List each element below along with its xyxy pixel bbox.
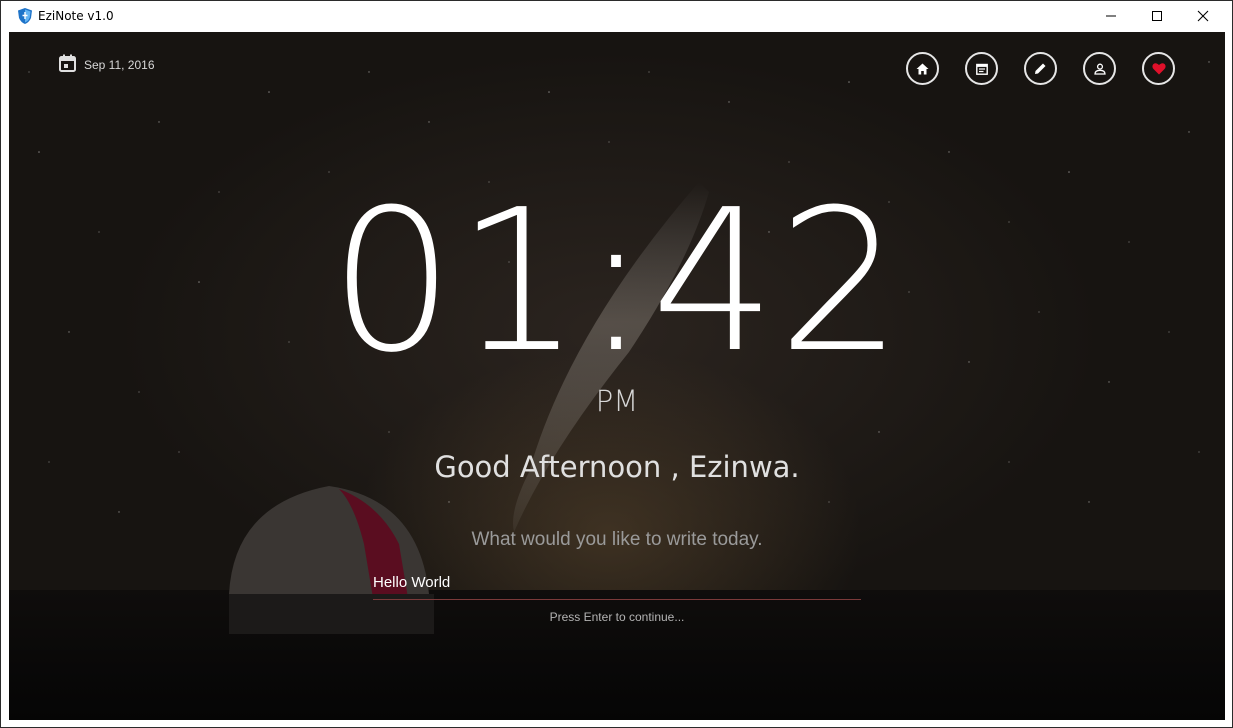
app-logo-icon	[18, 8, 32, 24]
nav-write-button[interactable]	[1024, 52, 1057, 85]
close-button[interactable]	[1180, 1, 1226, 31]
pencil-icon	[1035, 63, 1046, 74]
heart-icon	[1151, 63, 1166, 75]
date-label: Sep 11, 2016	[84, 58, 155, 72]
date-display: Sep 11, 2016	[59, 54, 155, 72]
maximize-icon	[1152, 11, 1162, 21]
note-input-container	[373, 568, 861, 600]
nav-profile-button[interactable]	[1083, 52, 1116, 85]
window-title: EziNote v1.0	[38, 9, 114, 23]
clock-ampm: PM	[595, 384, 639, 418]
note-input[interactable]	[373, 568, 861, 596]
user-icon	[1093, 63, 1106, 75]
maximize-button[interactable]	[1134, 1, 1180, 31]
clock-time: 01:42	[329, 168, 905, 396]
main-content: Sep 11, 2016 01:42 PM Good Afternoon , E…	[9, 32, 1225, 720]
nav-notes-button[interactable]	[965, 52, 998, 85]
minimize-icon	[1106, 15, 1116, 17]
greeting-text: Good Afternoon , Ezinwa.	[434, 450, 800, 484]
title-bar[interactable]: EziNote v1.0	[1, 1, 1232, 31]
app-window: EziNote v1.0 Sep 11, 2016 01:42 PM Good …	[0, 0, 1233, 728]
write-prompt: What would you like to write today.	[471, 529, 763, 550]
notes-icon	[975, 63, 988, 75]
calendar-icon	[59, 54, 76, 72]
nav-home-button[interactable]	[906, 52, 939, 85]
continue-hint: Press Enter to continue...	[549, 610, 685, 624]
minimize-button[interactable]	[1088, 1, 1134, 31]
close-icon	[1197, 10, 1209, 22]
home-icon	[916, 63, 929, 74]
nav-favorites-button[interactable]	[1142, 52, 1175, 85]
